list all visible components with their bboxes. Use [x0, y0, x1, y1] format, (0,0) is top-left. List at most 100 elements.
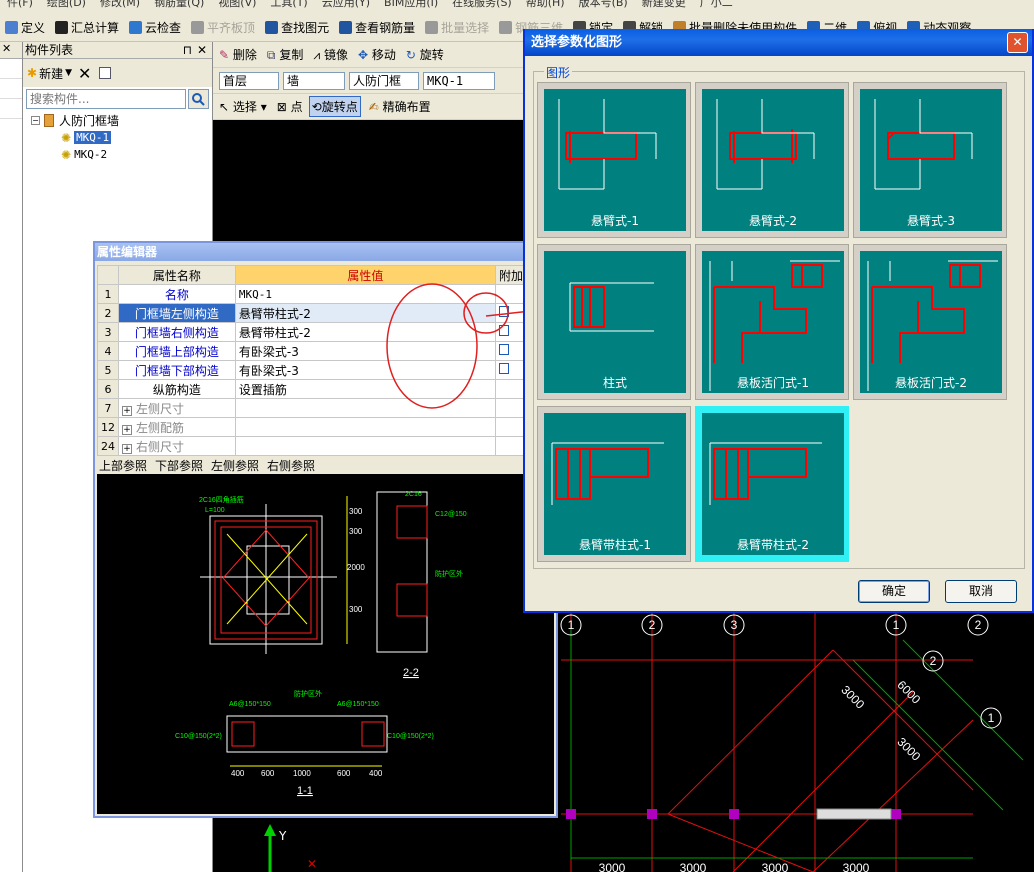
menu-item[interactable]: 钢筋量(Q)	[154, 0, 204, 8]
expand-icon[interactable]: +	[122, 424, 132, 435]
point-button[interactable]: ⊠ 点	[277, 98, 303, 115]
toolbar-label: 批量选择	[441, 20, 490, 35]
row-number: 3	[97, 322, 119, 342]
expand-icon[interactable]: +	[122, 405, 132, 416]
row-number: 4	[97, 341, 119, 361]
shape-card[interactable]: 悬臂式-1	[537, 82, 691, 238]
shape-group: 图形 悬臂式-1 悬臂式-2 悬臂式-3 柱式 悬板活门式-1 悬板活门式-2 悬臂带柱式-…	[533, 64, 1025, 569]
mirror-button[interactable]: ⩘ 镜像	[313, 46, 348, 63]
menu-item[interactable]: 云应用(Y)	[322, 0, 370, 8]
collapse-icon[interactable]: −	[31, 116, 40, 125]
menu-item[interactable]: 修改(M)	[100, 0, 140, 8]
select-shape-dialog: 选择参数化图形 ✕ 图形 悬臂式-1 悬臂式-2 悬臂式-3 柱式 悬板活门式-1 悬板活…	[523, 29, 1034, 613]
close-button[interactable]: ✕	[1007, 32, 1028, 53]
search-icon[interactable]	[188, 89, 209, 109]
menu-item[interactable]: 件(F)	[7, 0, 33, 8]
floor-select[interactable]: 首层	[219, 71, 279, 90]
shape-label: 悬臂式-2	[749, 214, 797, 228]
copy-button[interactable]: ⧉ 复制	[267, 46, 303, 63]
shape-card[interactable]: 柱式	[537, 244, 691, 400]
menu-item[interactable]: 视图(V)	[218, 0, 256, 8]
rotate-point-icon: ⟲	[311, 100, 322, 114]
menu-item[interactable]: 广小二	[700, 0, 733, 8]
reference-tab[interactable]: 左侧参照	[211, 459, 259, 473]
toolbar-icon	[129, 20, 143, 34]
shape-card[interactable]: 悬板活门式-1	[695, 244, 849, 400]
menu-item[interactable]: BIM应用(I)	[384, 0, 438, 8]
rotate-button[interactable]: ↻ 旋转	[406, 46, 444, 63]
eraser-icon: ✎	[219, 48, 230, 62]
svg-text:L=100: L=100	[205, 507, 225, 514]
shape-card[interactable]: 悬臂带柱式-1	[537, 406, 691, 562]
dim-label: 6000	[894, 678, 923, 707]
menu-item[interactable]: 帮助(H)	[526, 0, 565, 8]
pin-icon[interactable]: ⊓	[183, 42, 192, 58]
toolbar-button[interactable]: 汇总计算	[50, 14, 124, 40]
dim-label: 3000	[680, 861, 707, 872]
toolbar-icon	[5, 20, 18, 34]
menu-item[interactable]: 绘图(D)	[47, 0, 86, 8]
cancel-button[interactable]: 取消	[945, 580, 1017, 603]
select-button[interactable]: ↖ 选择 ▾	[219, 98, 267, 115]
shape-label: 悬板活门式-2	[895, 376, 967, 390]
new-button[interactable]: 新建	[39, 65, 63, 82]
menu-item[interactable]: 在线服务(S)	[452, 0, 512, 8]
door-frame[interactable]	[816, 808, 892, 820]
toolbar-button[interactable]: 平齐板顶	[186, 14, 260, 40]
toolbar-button[interactable]: 云检查	[124, 14, 186, 40]
menu-item[interactable]: 工具(T)	[270, 0, 307, 8]
ok-button[interactable]: 确定	[858, 580, 930, 603]
search-input[interactable]: 搜索构件...	[26, 89, 186, 109]
toolbar-button[interactable]: 查找图元	[260, 14, 334, 40]
reference-tab[interactable]: 上部参照	[99, 459, 147, 473]
tree-root-label: 人防门框墙	[59, 114, 120, 128]
extra-checkbox[interactable]	[494, 417, 528, 437]
toolbar-button[interactable]: 批量选择	[420, 14, 494, 40]
svg-text:300: 300	[349, 605, 363, 614]
reference-tab[interactable]: 下部参照	[155, 459, 203, 473]
precise-place-button[interactable]: ✍ 精确布置	[369, 98, 431, 115]
shape-card[interactable]: 悬臂式-2	[695, 82, 849, 238]
category-select[interactable]: 墙	[283, 71, 345, 90]
toolbar-button[interactable]: 查看钢筋量	[334, 14, 420, 40]
chevron-down-icon[interactable]: ▼	[65, 68, 72, 78]
axis-label: 2	[930, 654, 937, 668]
move-button[interactable]: ✥ 移动	[358, 46, 396, 63]
tree-item[interactable]: ✺ MKQ-1	[31, 129, 119, 146]
reference-tab[interactable]: 右侧参照	[267, 459, 315, 473]
property-value[interactable]	[234, 417, 496, 437]
toolbar-button[interactable]: 定义	[0, 14, 50, 40]
type-select[interactable]: 人防门框	[349, 71, 419, 90]
tree-root[interactable]: − 人防门框墙	[31, 112, 119, 129]
expand-icon[interactable]: +	[122, 443, 132, 454]
svg-text:C12@150: C12@150	[435, 511, 467, 518]
component-select[interactable]: MKQ-1	[423, 71, 495, 90]
extra-checkbox[interactable]	[494, 436, 528, 456]
shape-card[interactable]: 悬臂式-3	[853, 82, 1007, 238]
property-row[interactable]: 24 + 右侧尺寸	[97, 436, 528, 456]
shape-card[interactable]: 悬臂带柱式-2	[695, 406, 849, 562]
axis-label: 1	[893, 618, 900, 632]
close-icon[interactable]: ✕	[197, 42, 207, 58]
property-name: + 右侧尺寸	[118, 436, 236, 456]
shape-card[interactable]: 悬板活门式-2	[853, 244, 1007, 400]
axis-label: 2	[975, 618, 982, 632]
delete-button[interactable]: ✎ 删除	[219, 46, 257, 63]
tree-item[interactable]: ✺ MKQ-2	[31, 146, 119, 163]
property-value[interactable]	[234, 436, 496, 456]
group-label: 图形	[544, 64, 573, 81]
svg-text:A6@150*150: A6@150*150	[337, 701, 379, 708]
menu-item[interactable]: 版本号(B)	[579, 0, 628, 8]
delete-icon[interactable]: ✕	[78, 64, 91, 83]
rotate-point-button[interactable]: ⟲旋转点	[308, 96, 361, 117]
close-icon[interactable]: ✕	[0, 42, 22, 59]
menu-item[interactable]: 新建变更	[642, 0, 686, 8]
svg-text:1000: 1000	[293, 769, 311, 778]
shape-label: 悬臂带柱式-1	[579, 538, 651, 552]
svg-text:300: 300	[349, 507, 363, 516]
edit-toolbar: ✎ 删除 ⧉ 复制 ⩘ 镜像 ✥ 移动 ↻ 旋转 首层 墙 人防门框 MKQ-1…	[213, 42, 526, 120]
svg-text:400: 400	[231, 769, 245, 778]
copy-icon[interactable]	[99, 67, 112, 79]
dim-label: 3000	[843, 861, 870, 872]
property-row[interactable]: 12 + 左侧配筋	[97, 417, 528, 437]
